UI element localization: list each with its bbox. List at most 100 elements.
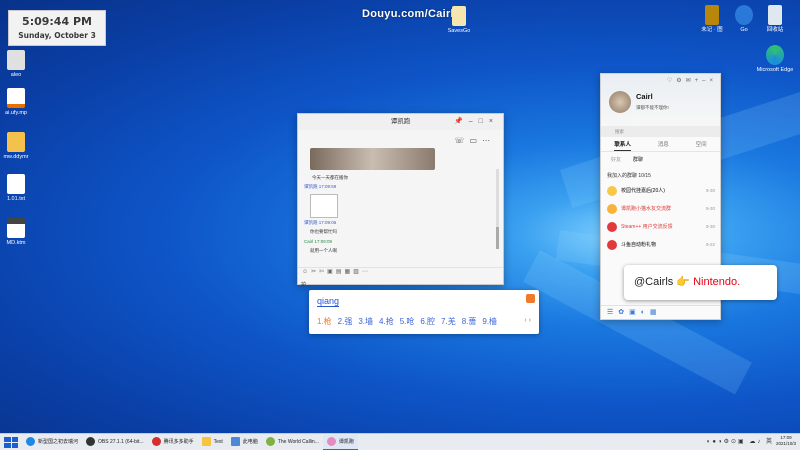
stream-overlay: @Cairls 👉 Nintendo. — [624, 265, 777, 300]
list-item[interactable]: 谭凯跑小猫水友交流群 9-30 — [607, 202, 717, 216]
window-controls[interactable]: 📌–□× — [454, 114, 499, 130]
chat-window[interactable]: 谭凯跑 📌–□× ☏▭⋯ 今天一天都在搬你 谭凯跑 17:09:59 谭凯跑 1… — [297, 113, 504, 288]
chat-message: 今天一天都在搬你 — [312, 175, 348, 180]
edge-icon — [26, 437, 35, 446]
taskbar-item[interactable]: 新型国之初去瑞河 — [22, 435, 82, 450]
group-avatar — [607, 204, 617, 214]
chat-image[interactable] — [310, 148, 435, 170]
tab-space[interactable]: 空间 — [696, 138, 707, 151]
ime-candidate-window[interactable]: qiang 1.枪 2.强 3.墙 4.抢 5.呛 6.腔 7.羌 8.蔷 9.… — [309, 290, 539, 334]
file-icon — [7, 50, 25, 70]
ime-candidates[interactable]: 1.枪 2.强 3.墙 4.抢 5.呛 6.腔 7.羌 8.蔷 9.樯 — [317, 316, 497, 327]
book-icon — [705, 5, 719, 25]
ime-pinyin: qiang — [317, 296, 340, 307]
group-avatar — [607, 186, 617, 196]
ime-page-arrows[interactable]: ‹ › — [524, 317, 531, 324]
ime-logo-icon — [526, 294, 535, 303]
ime-candidate[interactable]: 9.樯 — [482, 316, 497, 327]
chat-title: 谭凯跑 — [390, 118, 411, 125]
system-tray[interactable]: ◐●◑⚙⊙▣ ☁♪ 英 — [707, 436, 774, 445]
taskbar-item[interactable]: 谭凯跑 — [322, 434, 358, 450]
taskbar-clock[interactable]: 17:09 2021/10/3 — [776, 435, 796, 447]
taskbar-item[interactable]: 腾讯多多助手 — [148, 435, 198, 450]
desktop-icon[interactable]: SavesGo — [439, 6, 479, 35]
taskbar-item[interactable]: 此电脑 — [227, 435, 262, 450]
qq-sub-tabs: 好友 群聊 — [611, 156, 643, 163]
qq-search-input[interactable]: 搜索 — [601, 126, 720, 137]
overlay-handle: @Cairls — [634, 276, 674, 288]
tab-contacts[interactable]: 联系人 — [614, 138, 631, 151]
chat-titlebar[interactable]: 谭凯跑 📌–□× — [298, 114, 503, 130]
app-icon — [151, 437, 161, 446]
qq-title-actions[interactable]: ♡⚙✉+–× — [667, 77, 717, 84]
ime-candidate[interactable]: 6.腔 — [420, 316, 435, 327]
overlay-brand: Nintendo. — [693, 276, 741, 288]
tab-messages[interactable]: 消息 — [658, 138, 669, 151]
chat-sender: 谭凯跑 17:09:59 — [304, 184, 337, 189]
ime-candidate[interactable]: 1.枪 — [317, 316, 332, 327]
taskbar: 新型国之初去瑞河 OBS 27.1.1 (64-bit... 腾讯多多助手 Te… — [0, 433, 800, 450]
taskbar-item[interactable]: OBS 27.1.1 (64-bit... — [82, 435, 148, 450]
taskbar-item[interactable]: Text — [198, 435, 227, 450]
more-icon[interactable]: ⋯ — [482, 136, 495, 145]
taskbar-date: 2021/10/3 — [775, 441, 796, 446]
sub-tab-groups[interactable]: 群聊 — [633, 156, 643, 163]
group-avatar — [607, 240, 617, 250]
chat-sender: Cairl 17:09:09 — [304, 239, 333, 244]
edge-icon — [766, 45, 784, 65]
clock-date: Sunday, October 3 — [18, 31, 96, 40]
taskbar-item[interactable]: The World Callin... — [262, 435, 323, 450]
ime-candidate[interactable]: 4.抢 — [379, 316, 394, 327]
qq-nickname: Cairl — [636, 92, 653, 101]
group-avatar — [607, 222, 617, 232]
qq-icon — [326, 437, 336, 446]
desktop-icon[interactable]: mw.ddymr — [0, 132, 36, 161]
computer-icon — [230, 437, 240, 446]
chat-message: 你也要帮忙吗 — [310, 229, 337, 234]
phone-icon[interactable]: ☏ — [454, 136, 469, 145]
windows-start-icon[interactable] — [4, 436, 18, 448]
chat-header-actions[interactable]: ☏▭⋯ — [454, 136, 495, 145]
clock-widget: 5:09:44 PM Sunday, October 3 — [8, 10, 106, 46]
list-item[interactable]: 校园代挂嘉后(20人) 9-30 — [607, 184, 717, 198]
chat-message: 就用一个人啊 — [310, 248, 337, 253]
ime-candidate[interactable]: 7.羌 — [441, 316, 456, 327]
desktop-icon[interactable]: ai.ufy.mp — [0, 88, 36, 117]
clock-time: 5:09:44 PM — [22, 15, 92, 28]
sub-tab-friends[interactable]: 好友 — [611, 156, 621, 163]
pointing-hand-icon: 👉 — [676, 276, 691, 288]
desktop-icon[interactable]: 1.01.txt — [0, 174, 36, 203]
chat-sticker[interactable] — [310, 194, 338, 218]
app-icon — [265, 437, 275, 446]
ime-candidate[interactable]: 8.蔷 — [462, 316, 477, 327]
list-item[interactable]: Steam++ 用户交流反馈 9-30 — [607, 220, 717, 234]
qq-bottom-toolbar[interactable]: ☰✿▣◐▦ — [601, 305, 720, 319]
chat-scrollbar[interactable] — [496, 169, 499, 249]
folder-icon — [201, 437, 211, 446]
group-section-header[interactable]: 我加入的群聊 10/15 — [607, 172, 651, 179]
md-file-icon — [7, 218, 25, 238]
desktop-icon[interactable]: Microsoft Edge — [755, 45, 795, 74]
chat-input[interactable]: 护 — [301, 281, 306, 288]
ime-candidate[interactable]: 3.墙 — [358, 316, 373, 327]
text-file-icon — [7, 174, 25, 194]
java-icon — [7, 88, 25, 108]
desktop-icon[interactable]: 回收站 — [755, 5, 795, 34]
list-item[interactable]: 斗鱼自动粉礼物 9-22 — [607, 238, 717, 252]
qq-signature[interactable]: 谭都不能不理你! — [636, 105, 669, 111]
obs-icon — [86, 437, 96, 446]
chat-sender: 谭凯跑 17:09:06 — [304, 220, 337, 225]
archive-icon — [7, 132, 25, 152]
desktop-icon[interactable]: aleo — [0, 50, 36, 79]
ime-candidate[interactable]: 5.呛 — [400, 316, 415, 327]
desktop-icon[interactable]: MD.ktm — [0, 218, 36, 247]
qq-tabs: 联系人 消息 空间 — [601, 138, 720, 152]
folder-file-icon — [452, 6, 466, 26]
recycle-bin-icon — [768, 5, 782, 25]
video-icon[interactable]: ▭ — [469, 136, 482, 145]
gear-icon — [735, 5, 753, 25]
qq-profile-header: ♡⚙✉+–× Cairl 谭都不能不理你! — [601, 74, 720, 126]
ime-candidate[interactable]: 2.强 — [338, 316, 353, 327]
avatar[interactable] — [609, 91, 631, 113]
chat-toolbar[interactable]: ☺✂✄▣▤▦▧⋯ — [298, 267, 503, 279]
